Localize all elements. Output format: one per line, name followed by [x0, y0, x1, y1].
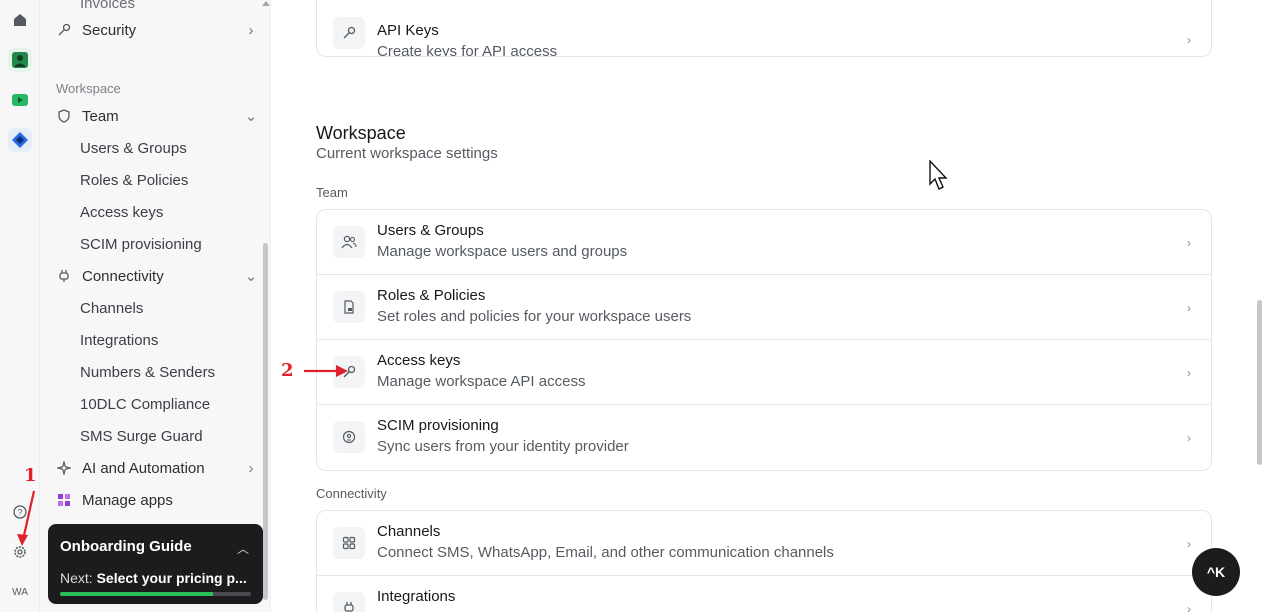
list-item-integrations[interactable]: Integrations ›	[317, 576, 1211, 612]
item-description: Sync users from your identity provider	[377, 438, 629, 455]
sidebar-item-access-keys[interactable]: Access keys	[80, 198, 163, 226]
video-app-icon[interactable]	[8, 88, 32, 112]
item-title: Roles & Policies	[377, 287, 486, 304]
chevron-up-icon[interactable]: ︿	[237, 540, 249, 557]
key-icon	[333, 17, 365, 49]
list-item-channels[interactable]: Channels Connect SMS, WhatsApp, Email, a…	[317, 511, 1211, 576]
shield-icon	[56, 108, 72, 124]
annotation-arrow-1	[17, 490, 36, 546]
chevron-right-icon: ›	[1187, 236, 1191, 250]
onboarding-next-step: Next: Select your pricing p...	[60, 570, 247, 586]
onboarding-progress-fill	[60, 592, 213, 596]
sidebar-item-numbers-senders[interactable]: Numbers & Senders	[80, 358, 215, 386]
sidebar-scroll-up-arrow[interactable]	[262, 1, 270, 6]
sidebar-item-team[interactable]: Team ⌄	[56, 102, 258, 130]
mouse-cursor-icon	[929, 160, 948, 190]
sidebar-item-sms-surge-guard[interactable]: SMS Surge Guard	[80, 422, 203, 450]
sidebar-item-security[interactable]: Security ›	[56, 16, 256, 44]
home-icon[interactable]	[8, 8, 32, 32]
item-title: API Keys	[377, 22, 439, 39]
chevron-right-icon: ›	[1187, 301, 1191, 315]
onboarding-progress-bar	[60, 592, 251, 596]
sidebar-item-invoices[interactable]: Invoices	[80, 0, 135, 17]
sidebar-item-label: Connectivity	[82, 267, 164, 285]
item-title: Integrations	[377, 588, 456, 605]
command-palette-button[interactable]: ^K	[1192, 548, 1240, 596]
studio-app-icon[interactable]	[8, 128, 32, 152]
chevron-right-icon: ›	[1187, 537, 1191, 551]
chevron-down-icon: ⌄	[244, 268, 258, 285]
group-label-team: Team	[316, 185, 348, 200]
item-title: Users & Groups	[377, 222, 484, 239]
chevron-right-icon: ›	[248, 459, 254, 477]
chevron-right-icon: ›	[1187, 602, 1191, 612]
sidebar-item-label: Security	[82, 21, 137, 39]
apps-grid-icon	[56, 492, 72, 508]
item-title: Access keys	[377, 352, 461, 369]
group-label-connectivity: Connectivity	[316, 486, 387, 501]
identity-icon	[333, 421, 365, 453]
sidebar-item-ai-automation[interactable]: AI and Automation ›	[56, 454, 256, 482]
item-title: SCIM provisioning	[377, 417, 499, 434]
sidebar-item-label: Team	[82, 107, 119, 125]
chevron-down-icon: ⌄	[244, 108, 258, 125]
key-icon	[56, 22, 72, 38]
contacts-app-icon[interactable]	[8, 48, 32, 72]
sidebar-item-channels[interactable]: Channels	[80, 294, 143, 322]
settings-main-content: API Keys Create keys for API access › Wo…	[271, 0, 1266, 612]
sidebar-item-connectivity[interactable]: Connectivity ⌄	[56, 262, 258, 290]
sparkle-icon	[56, 460, 72, 476]
users-icon	[333, 226, 365, 258]
sidebar-item-scim-provisioning[interactable]: SCIM provisioning	[80, 230, 202, 258]
onboarding-guide-panel[interactable]: Onboarding Guide ︿ Next: Select your pri…	[48, 524, 263, 604]
sidebar-item-label: Manage apps	[82, 491, 173, 509]
plug-icon	[333, 592, 365, 612]
annotation-number-1: 1	[24, 465, 37, 486]
document-lock-icon	[333, 291, 365, 323]
grid-icon	[333, 527, 365, 559]
item-description: Manage workspace API access	[377, 373, 586, 390]
api-keys-card: API Keys Create keys for API access ›	[316, 0, 1212, 57]
sidebar-item-integrations[interactable]: Integrations	[80, 326, 158, 354]
user-avatar[interactable]: WA	[8, 580, 32, 604]
sidebar-item-10dlc-compliance[interactable]: 10DLC Compliance	[80, 390, 210, 418]
sidebar-item-label: AI and Automation	[82, 459, 205, 477]
list-item-roles-policies[interactable]: Roles & Policies Set roles and policies …	[317, 275, 1211, 340]
onboarding-title: Onboarding Guide	[60, 538, 192, 555]
sidebar-section-workspace: Workspace	[56, 81, 121, 96]
settings-sidebar: Invoices Security › Workspace Team ⌄ Use…	[40, 0, 271, 612]
list-item-scim-provisioning[interactable]: SCIM provisioning Sync users from your i…	[317, 405, 1211, 470]
item-description: Manage workspace users and groups	[377, 243, 628, 260]
item-title: Channels	[377, 523, 441, 540]
item-description: Create keys for API access	[377, 43, 558, 57]
sidebar-scrollbar[interactable]	[263, 243, 268, 600]
chevron-right-icon: ›	[1187, 366, 1191, 380]
chevron-right-icon: ›	[248, 21, 254, 39]
annotation-arrow-2	[304, 365, 348, 377]
list-item-api-keys[interactable]: API Keys Create keys for API access ›	[317, 0, 1211, 56]
main-scrollbar[interactable]	[1257, 300, 1262, 465]
sidebar-item-roles-policies[interactable]: Roles & Policies	[80, 166, 188, 194]
annotation-number-2: 2	[281, 360, 294, 381]
item-description: Set roles and policies for your workspac…	[377, 308, 692, 325]
connectivity-settings-card: Channels Connect SMS, WhatsApp, Email, a…	[316, 510, 1212, 612]
section-title-workspace: Workspace	[316, 123, 406, 143]
item-description: Connect SMS, WhatsApp, Email, and other …	[377, 544, 834, 561]
sidebar-item-manage-apps[interactable]: Manage apps	[56, 486, 256, 514]
section-subtitle: Current workspace settings	[316, 145, 498, 162]
list-item-users-groups[interactable]: Users & Groups Manage workspace users an…	[317, 210, 1211, 275]
sidebar-item-users-groups[interactable]: Users & Groups	[80, 134, 187, 162]
list-item-access-keys[interactable]: Access keys Manage workspace API access …	[317, 340, 1211, 405]
chevron-right-icon: ›	[1187, 431, 1191, 445]
plug-icon	[56, 268, 72, 284]
team-settings-card: Users & Groups Manage workspace users an…	[316, 209, 1212, 471]
chevron-right-icon: ›	[1187, 33, 1191, 47]
